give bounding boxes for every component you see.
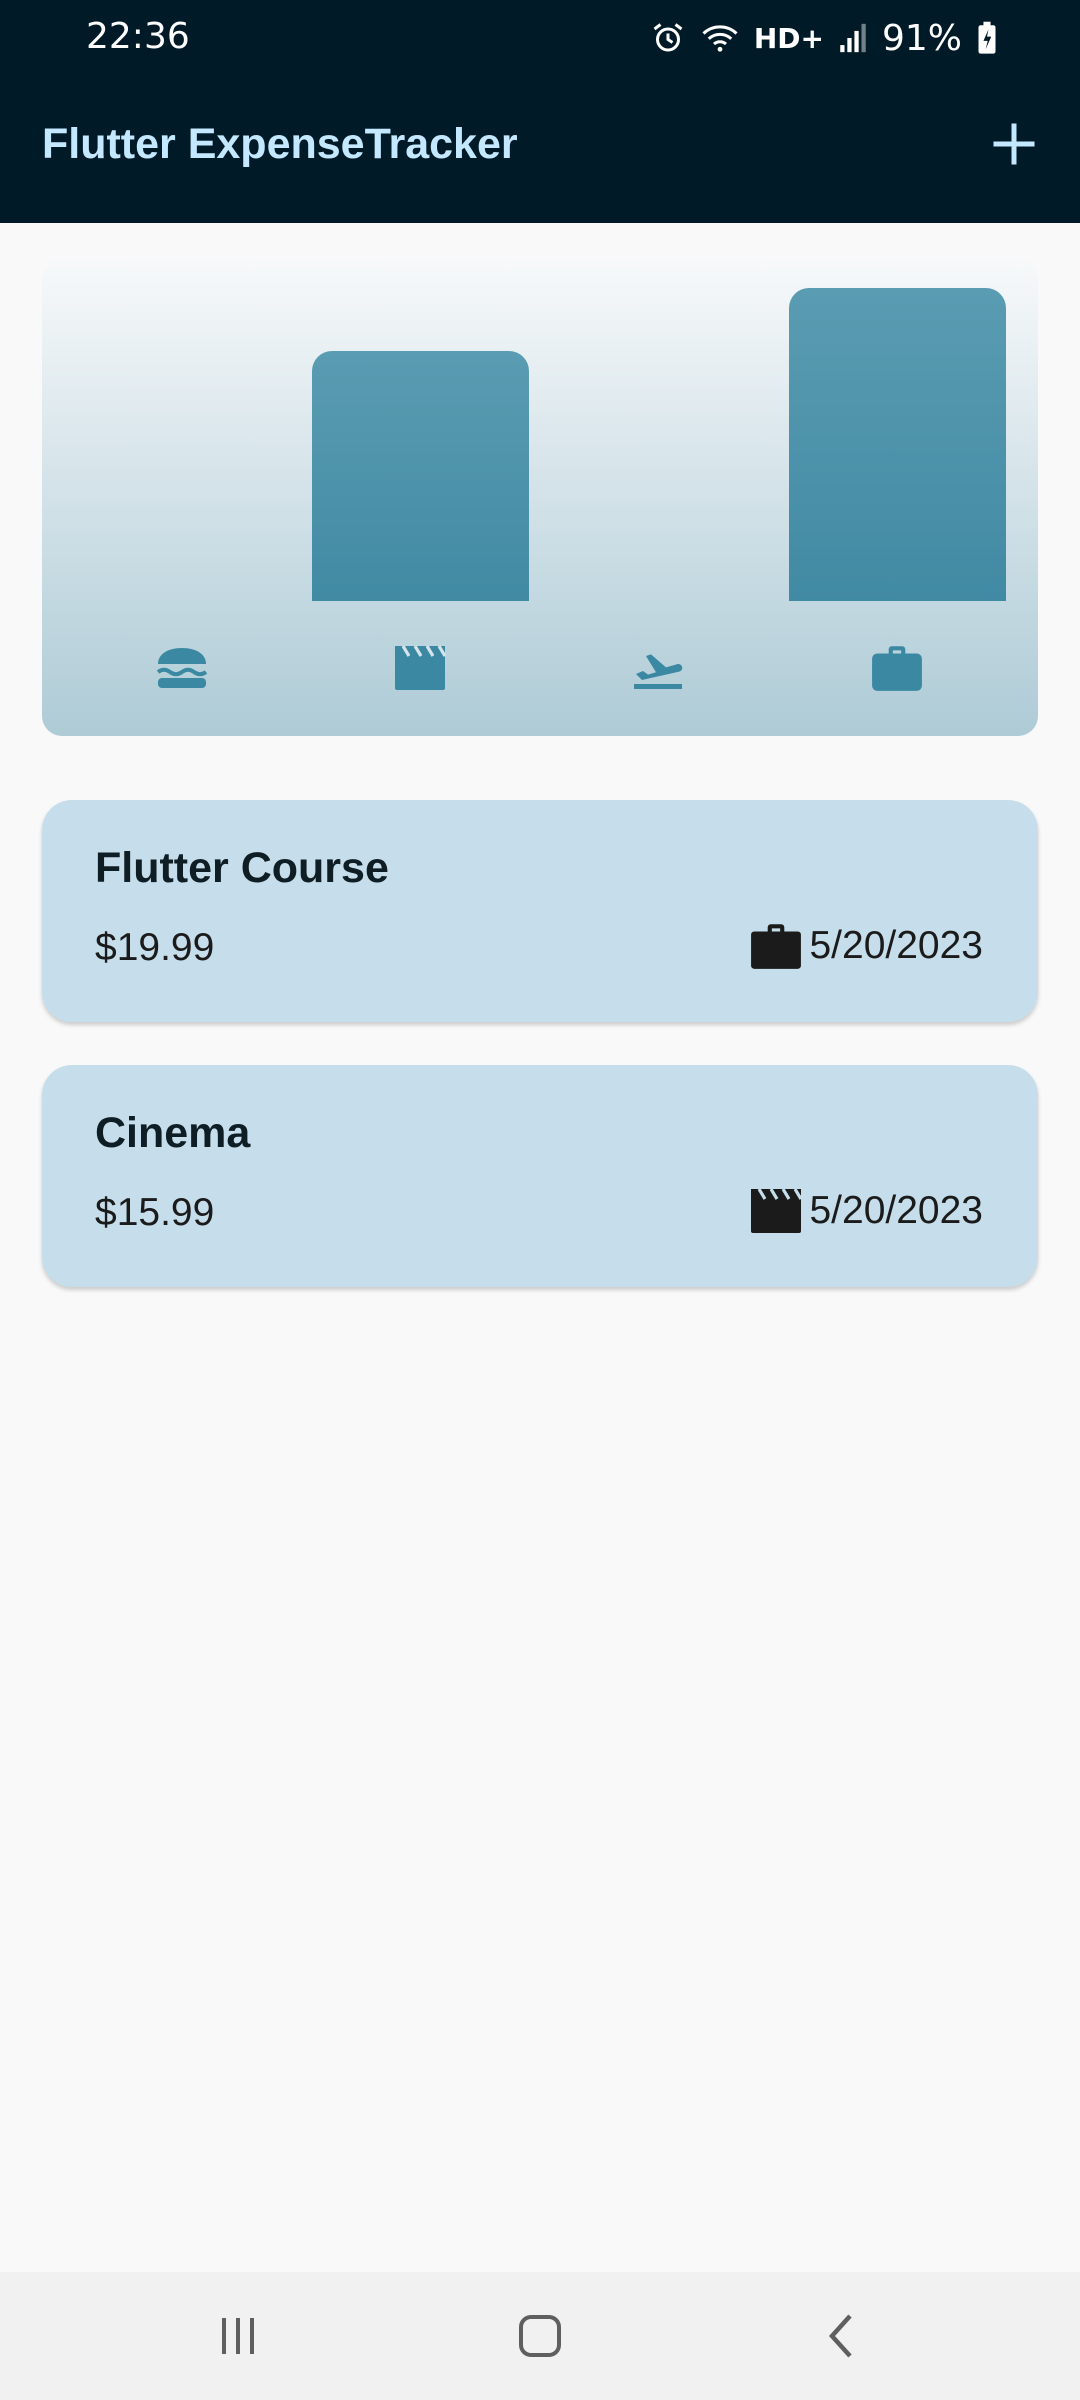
wifi-icon [700,20,740,56]
expense-meta: 5/20/2023 [749,1183,983,1239]
system-nav-bar [0,2272,1080,2400]
flight-takeoff-icon [628,638,688,698]
expense-card[interactable]: Cinema $15.99 5/20/2023 [42,1065,1038,1287]
expense-amount: $19.99 [95,926,215,969]
expense-title: Cinema [95,1109,251,1157]
expense-title: Flutter Course [95,844,389,892]
hamburger-icon [152,638,212,698]
network-type: HD+ [753,21,824,55]
app-bar: Flutter ExpenseTracker [0,78,1080,223]
home-icon [519,2315,561,2357]
home-button[interactable] [500,2296,580,2376]
status-time: 22:36 [86,16,190,57]
expense-amount: $15.99 [95,1191,215,1234]
chart-bars [74,288,1006,601]
expense-chart [42,258,1038,736]
status-icons: HD+ 91% [650,14,998,62]
bar-slot-travel [551,288,768,601]
back-icon [828,2314,852,2358]
back-button[interactable] [802,2296,882,2376]
briefcase-icon [751,924,802,969]
chart-bar-work [789,288,1006,601]
battery-percent: 91% [881,17,962,59]
expense-meta: 5/20/2023 [749,918,983,974]
signal-icon [838,21,868,55]
battery-charging-icon [976,21,998,55]
expense-date: 5/20/2023 [809,1189,983,1232]
clapperboard-icon [390,638,450,698]
status-bar: 22:36 HD+ 91% [0,0,1080,78]
bar-slot-food [74,288,291,601]
add-expense-button[interactable] [978,108,1050,180]
recents-button[interactable] [198,2296,278,2376]
app-title: Flutter ExpenseTracker [42,120,518,168]
bar-slot-leisure [312,288,529,601]
briefcase-icon [867,638,927,698]
bar-slot-work [789,288,1006,601]
alarm-icon [650,20,686,56]
plus-icon [993,123,1035,165]
expense-card[interactable]: Flutter Course $19.99 5/20/2023 [42,800,1038,1022]
recents-icon [222,2318,254,2354]
expense-date: 5/20/2023 [809,924,983,967]
chart-bar-leisure [312,350,529,601]
clapperboard-icon [751,1188,803,1233]
